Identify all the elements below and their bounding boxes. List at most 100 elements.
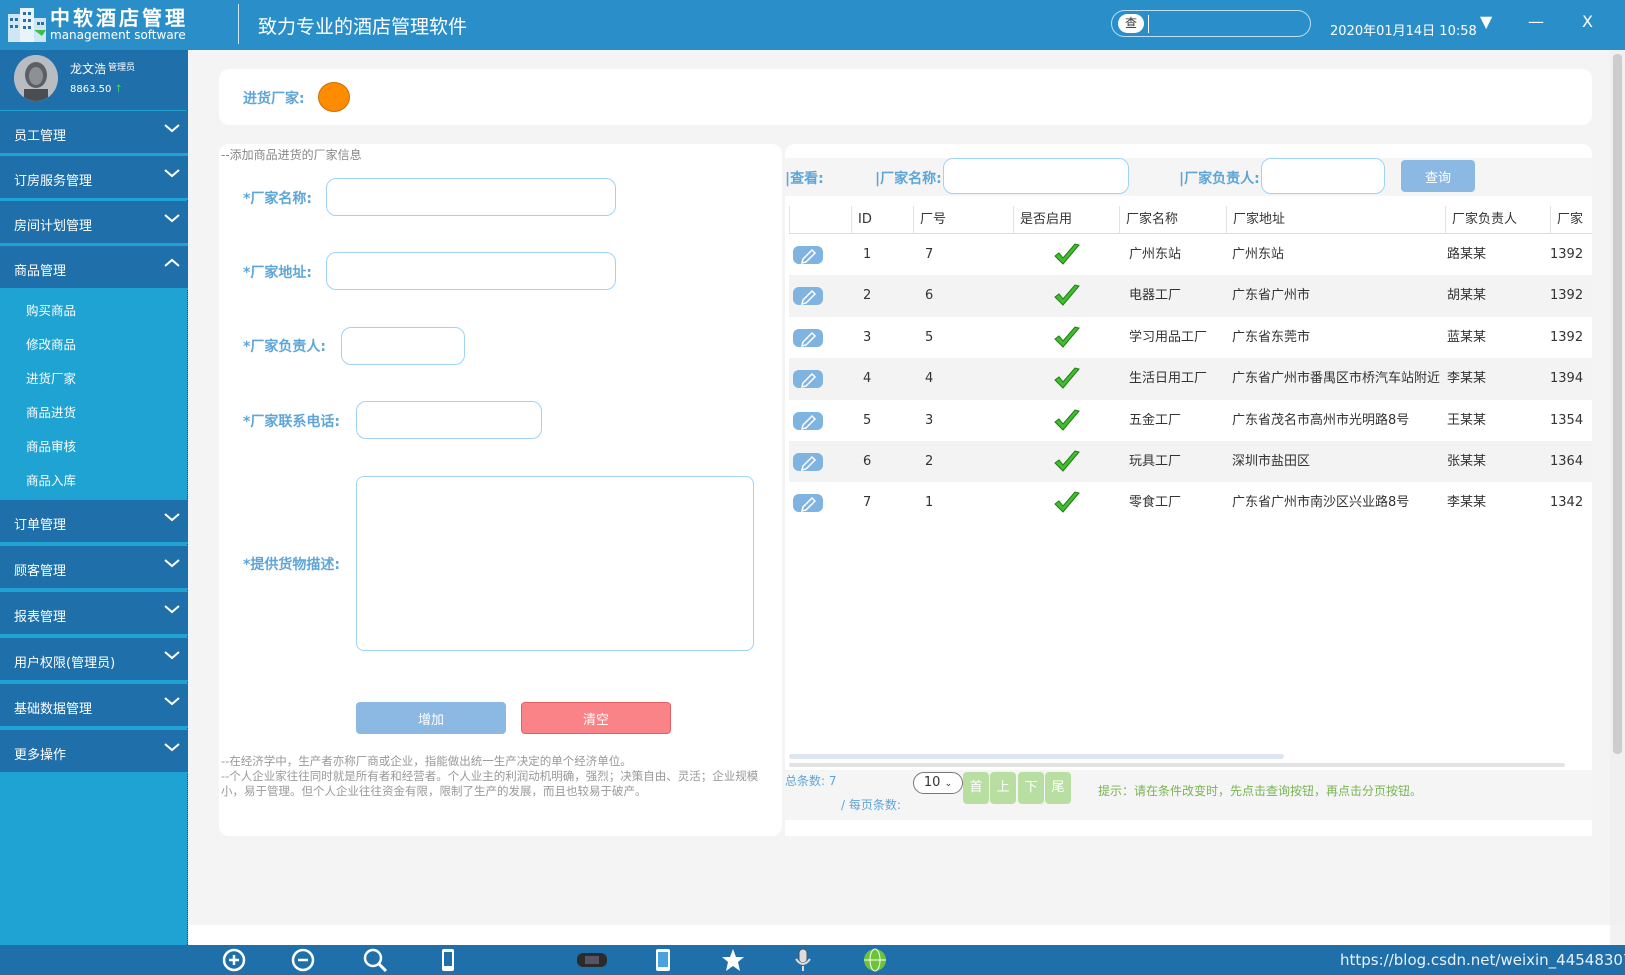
cell-id: 2 [863, 288, 872, 304]
edit-button[interactable] [793, 287, 823, 306]
menu-goods[interactable]: 商品管理 [0, 246, 188, 290]
cell-number: 6 [925, 288, 934, 304]
cell-name: 玩具工厂 [1129, 453, 1182, 469]
supplier-phone-field[interactable] [356, 401, 542, 439]
cell-number: 4 [925, 371, 934, 387]
cell-name: 学习用品工厂 [1129, 329, 1208, 345]
menu-customers[interactable]: 顾客管理 [0, 546, 188, 590]
query-name-input[interactable] [943, 158, 1129, 194]
cell-phone: 1392 [1550, 329, 1584, 345]
cell-address: 深圳市盐田区 [1232, 453, 1311, 469]
close-button[interactable]: X [1582, 12, 1593, 31]
menu-booking[interactable]: 订房服务管理 [0, 156, 188, 200]
zoom-in-icon[interactable] [221, 947, 247, 973]
column-header-enabled[interactable]: 是否启用 [1013, 206, 1119, 234]
submenu-goods-review[interactable]: 商品审核 [26, 436, 76, 455]
star-icon[interactable] [720, 947, 746, 973]
cell-manager: 胡某某 [1447, 288, 1487, 304]
supplier-manager-field[interactable] [341, 327, 465, 365]
edit-button[interactable] [793, 494, 823, 513]
submenu-goods-purchase[interactable]: 商品进货 [26, 402, 76, 421]
edit-button[interactable] [793, 246, 823, 265]
query-bar: |查看: |厂家名称: |厂家负责人: 查询 [785, 158, 1592, 196]
column-header-address[interactable]: 厂家地址 [1226, 206, 1445, 234]
cell-phone: 1392 [1550, 288, 1584, 304]
header-search: 查 [1111, 10, 1311, 37]
menu-orders[interactable]: 订单管理 [0, 500, 188, 544]
column-header-name[interactable]: 厂家名称 [1119, 206, 1226, 234]
edit-button[interactable] [793, 452, 823, 471]
clear-button[interactable]: 清空 [521, 702, 671, 734]
sidebar: 龙文浩 管理员 8863.50 ↑ 员工管理 订房服务管理 房间计划管理 商品管理… [0, 50, 188, 945]
cell-number: 3 [925, 412, 934, 428]
zoom-out-icon[interactable] [290, 947, 316, 973]
total-value: 7 [828, 774, 837, 788]
per-page-label: / 每页条数: [841, 798, 901, 812]
search-icon[interactable] [362, 947, 388, 973]
column-header-manager[interactable]: 厂家负责人 [1445, 206, 1550, 234]
phone-icon[interactable] [435, 947, 461, 973]
tablet-icon[interactable] [650, 947, 676, 973]
cell-address: 广东省茂名市高州市光明路8号 [1232, 412, 1410, 428]
hotel-building-icon [8, 8, 46, 42]
minimize-button[interactable]: — [1528, 12, 1544, 31]
avatar[interactable] [14, 55, 58, 101]
cell-id: 1 [863, 247, 872, 262]
table-row: 5 3 五金工厂 广东省茂名市高州市光明路8号 王某某 1354 [789, 400, 1592, 441]
app-header: 中软酒店管理 management software 致力专业的酒店管理软件 查… [0, 0, 1625, 50]
cell-address: 广东省广州市南沙区兴业路8号 [1232, 495, 1410, 511]
pencil-icon [800, 331, 817, 347]
search-input[interactable] [1148, 15, 1298, 33]
last-page-button[interactable]: 尾 [1045, 772, 1071, 804]
column-header-number[interactable]: 厂号 [913, 206, 1013, 234]
column-header-phone[interactable]: 厂家 [1550, 206, 1592, 234]
submenu-goods-storage[interactable]: 商品入库 [26, 470, 76, 489]
user-name: 龙文浩 [70, 62, 107, 76]
menu-staff[interactable]: 员工管理 [0, 111, 188, 155]
column-header-id[interactable]: ID [851, 206, 913, 234]
supplier-name-field[interactable] [326, 178, 616, 216]
microphone-icon[interactable] [790, 947, 816, 973]
add-button[interactable]: 增加 [356, 702, 506, 734]
search-button[interactable]: 查 [1118, 14, 1144, 33]
table-header: ID 厂号 是否启用 厂家名称 厂家地址 厂家负责人 厂家 [789, 206, 1592, 234]
table-row: 4 4 生活日用工厂 广东省广州市番禺区市桥汽车站附近 李某某 1394 [789, 358, 1592, 400]
dropdown-button[interactable]: ▼ [1480, 12, 1492, 31]
menu-more[interactable]: 更多操作 [0, 730, 188, 774]
query-manager-input[interactable] [1261, 158, 1385, 194]
first-page-button[interactable]: 首 [963, 772, 989, 804]
prev-page-button[interactable]: 上 [990, 772, 1016, 804]
menu-room-plan[interactable]: 房间计划管理 [0, 201, 188, 245]
query-name-label: |厂家名称: [875, 171, 942, 187]
scrollbar-thumb[interactable] [1613, 54, 1622, 754]
check-icon [1054, 326, 1080, 348]
submenu-buy-goods[interactable]: 购买商品 [26, 300, 76, 319]
bottom-spacer [189, 925, 1610, 945]
per-page-select[interactable]: 10 ⌄ [913, 772, 963, 794]
edit-button[interactable] [793, 370, 823, 389]
game-console-icon[interactable] [575, 947, 609, 973]
edit-button[interactable] [793, 411, 823, 430]
supplier-address-field[interactable] [326, 252, 616, 290]
goods-description-field[interactable] [356, 476, 754, 651]
vertical-scrollbar[interactable] [1610, 50, 1625, 925]
menu-base-data[interactable]: 基础数据管理 [0, 684, 188, 728]
next-page-button[interactable]: 下 [1018, 772, 1044, 804]
chevron-down-icon [164, 169, 180, 178]
menu-reports[interactable]: 报表管理 [0, 592, 188, 636]
cell-phone: 1354 [1550, 412, 1584, 428]
address-label: *厂家地址: [243, 265, 312, 281]
edit-button[interactable] [793, 328, 823, 347]
check-icon [1054, 409, 1080, 431]
query-button[interactable]: 查询 [1401, 160, 1475, 192]
horizontal-scrollbar[interactable] [789, 754, 1284, 759]
submenu-suppliers[interactable]: 进货厂家 [26, 368, 76, 387]
color-dot-button[interactable] [318, 82, 350, 112]
table-row: 3 5 学习用品工厂 广东省东莞市 蓝某某 1392 [789, 317, 1592, 358]
globe-icon[interactable] [862, 947, 888, 973]
cell-name: 电器工厂 [1129, 288, 1182, 304]
menu-permissions[interactable]: 用户权限(管理员) [0, 638, 188, 682]
per-page-value: 10 [923, 775, 941, 790]
submenu-edit-goods[interactable]: 修改商品 [26, 334, 76, 353]
check-icon [1054, 243, 1080, 265]
